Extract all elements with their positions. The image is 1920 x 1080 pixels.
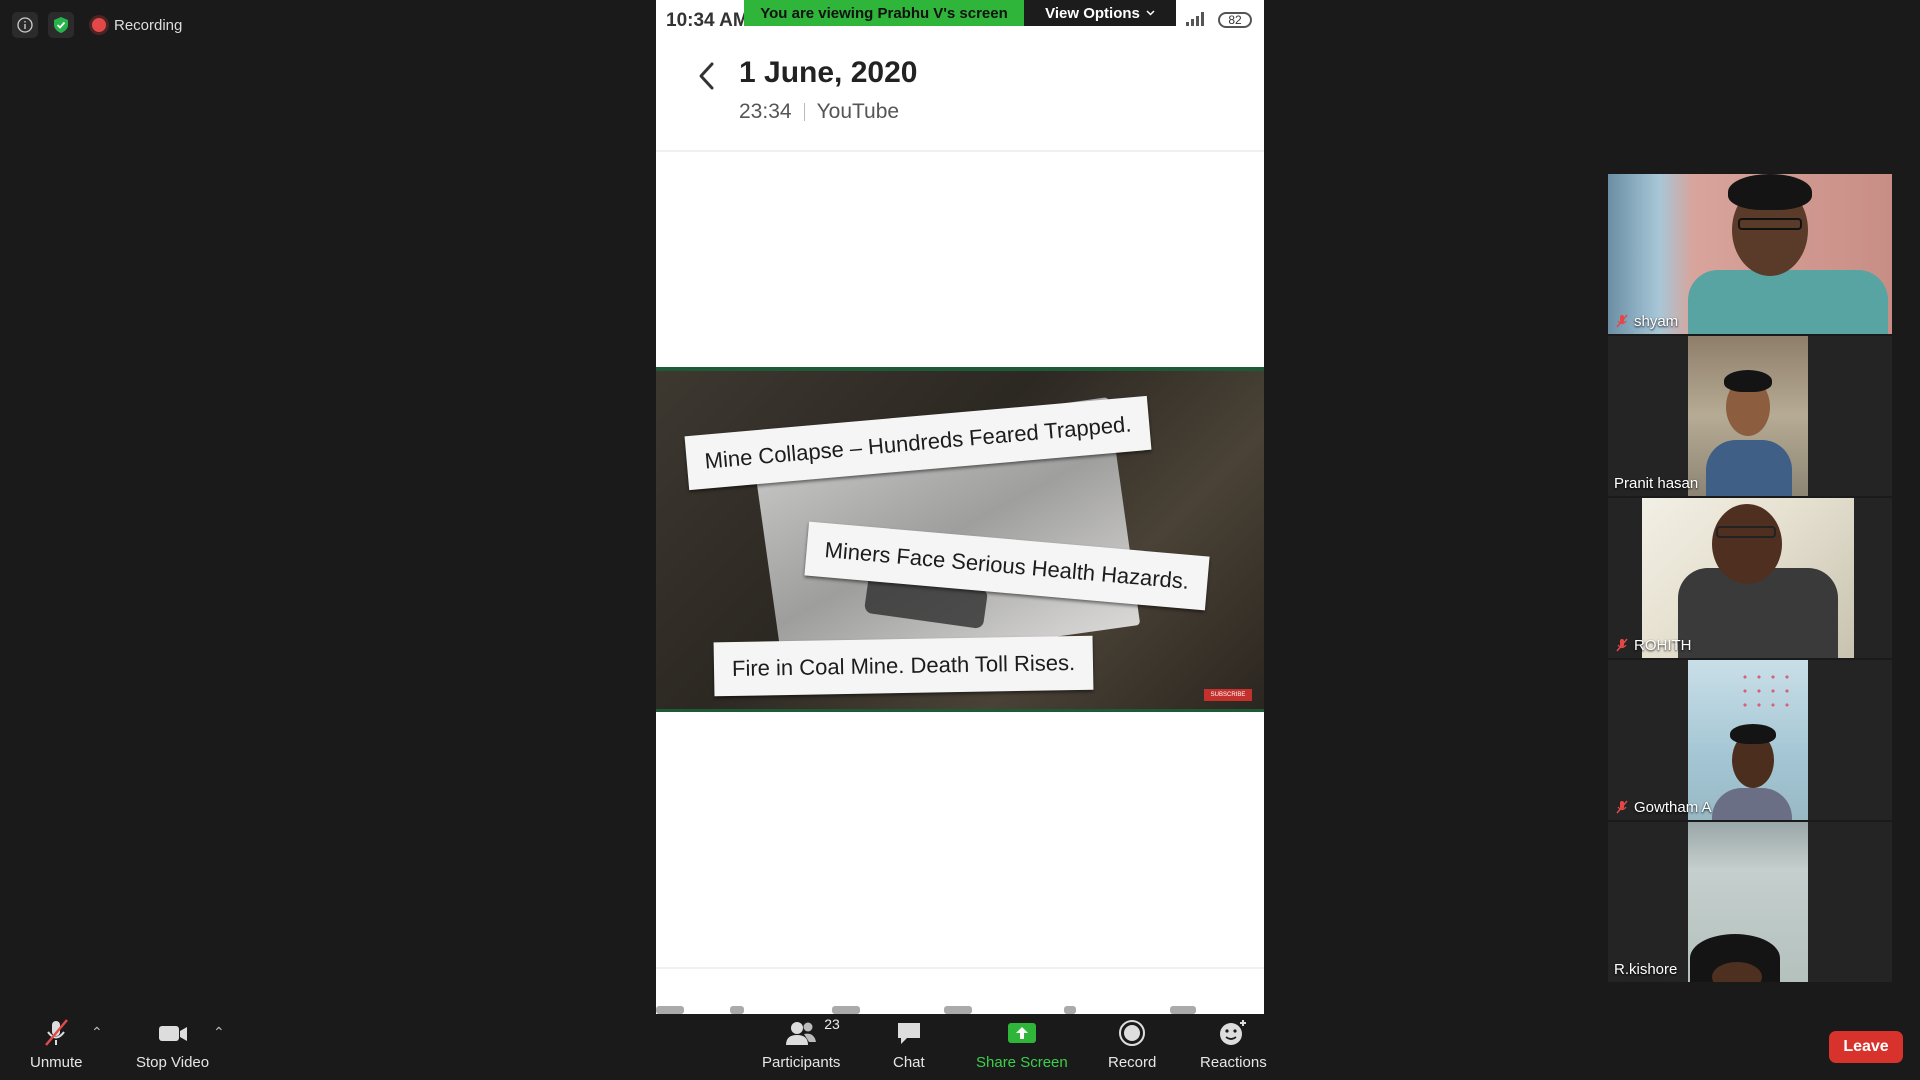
phone-time: 10:34 AM [666,10,749,31]
record-icon [1119,1020,1146,1046]
post-date: 1 June, 2020 [739,56,918,89]
unmute-button[interactable]: Unmute [30,1018,83,1071]
record-label: Record [1108,1054,1157,1071]
unmute-label: Unmute [30,1054,83,1071]
share-screen-icon [1007,1023,1036,1043]
muted-mic-icon [1616,638,1628,652]
muted-mic-icon [1616,800,1628,814]
participant-tile[interactable]: R.kishore [1608,822,1892,982]
participant-name-label: Gowtham A [1634,798,1712,816]
footer-divider [656,967,1264,969]
chevron-down-icon [1146,10,1155,16]
participant-name: shyam [1614,310,1678,332]
participant-name: Gowtham A [1614,796,1712,818]
post-source: YouTube [816,100,900,123]
share-screen-label: Share Screen [976,1054,1068,1071]
view-options-button[interactable]: View Options [1024,0,1176,26]
participant-name-label: ROHITH [1634,636,1692,654]
audio-options-caret-icon[interactable]: ⌃ [91,1024,103,1041]
post-meta: 23:34 YouTube [739,100,899,124]
chat-label: Chat [893,1054,925,1071]
signal-icon [1186,12,1204,26]
phone-status-bar: 10:34 AM You are viewing Prabhu V's scre… [656,0,1264,40]
participant-video [1688,336,1808,496]
shield-check-icon[interactable] [48,12,74,38]
phone-nav-bar [656,1004,1264,1014]
chat-button[interactable]: Chat [893,1018,925,1071]
view-options-label: View Options [1045,4,1140,22]
header-divider [656,150,1264,152]
back-arrow-icon[interactable] [692,56,722,96]
headline-3: Fire in Coal Mine. Death Toll Rises. [713,635,1094,697]
participant-tile[interactable]: shyam [1608,174,1892,334]
participants-count: 23 [824,1016,840,1032]
video-camera-icon [158,1026,187,1041]
participant-tile[interactable]: ROHITH [1608,498,1892,658]
participant-name-label: shyam [1634,312,1679,330]
participant-name: ROHITH [1614,634,1692,656]
reactions-label: Reactions [1200,1054,1267,1071]
video-frame[interactable]: Mine Collapse – Hundreds Feared Trapped.… [656,367,1264,712]
video-options-caret-icon[interactable]: ⌃ [213,1024,225,1041]
recording-icon [92,18,106,32]
recording-indicator[interactable]: Recording [84,12,190,38]
participant-gallery: shyam Pranit hasan ROHITH Gowtham A R.ki… [1608,174,1892,982]
participant-tile[interactable]: Pranit hasan [1608,336,1892,496]
leave-button[interactable]: Leave [1829,1031,1903,1063]
muted-mic-icon [45,1019,69,1046]
participants-label: Participants [762,1054,841,1071]
meeting-status-bar: Recording [12,12,190,38]
viewing-banner: You are viewing Prabhu V's screen [744,0,1024,26]
reactions-icon [1220,1020,1247,1045]
participant-tile[interactable]: Gowtham A [1608,660,1892,820]
chat-bubble-icon [897,1023,920,1044]
battery-indicator: 82 [1218,12,1252,28]
reactions-button[interactable]: Reactions [1200,1018,1267,1071]
participant-name: Pranit hasan [1614,472,1698,494]
meta-separator [803,103,805,121]
recording-label: Recording [114,16,183,34]
share-screen-button[interactable]: Share Screen [976,1018,1068,1071]
shared-screen: 10:34 AM You are viewing Prabhu V's scre… [656,0,1264,1014]
participant-video [1688,822,1808,982]
participants-icon [786,1022,817,1045]
participants-button[interactable]: 23 Participants [762,1016,841,1071]
subscribe-badge: SUBSCRIBE [1204,689,1252,701]
record-button[interactable]: Record [1108,1018,1156,1071]
participant-name-label: Pranit hasan [1614,474,1699,492]
participant-name: R.kishore [1614,958,1677,980]
post-time: 23:34 [739,100,792,123]
stop-video-label: Stop Video [136,1054,210,1071]
participant-name-label: R.kishore [1614,960,1678,978]
info-icon[interactable] [12,12,38,38]
muted-mic-icon [1616,314,1628,328]
stop-video-button[interactable]: Stop Video [136,1018,209,1071]
